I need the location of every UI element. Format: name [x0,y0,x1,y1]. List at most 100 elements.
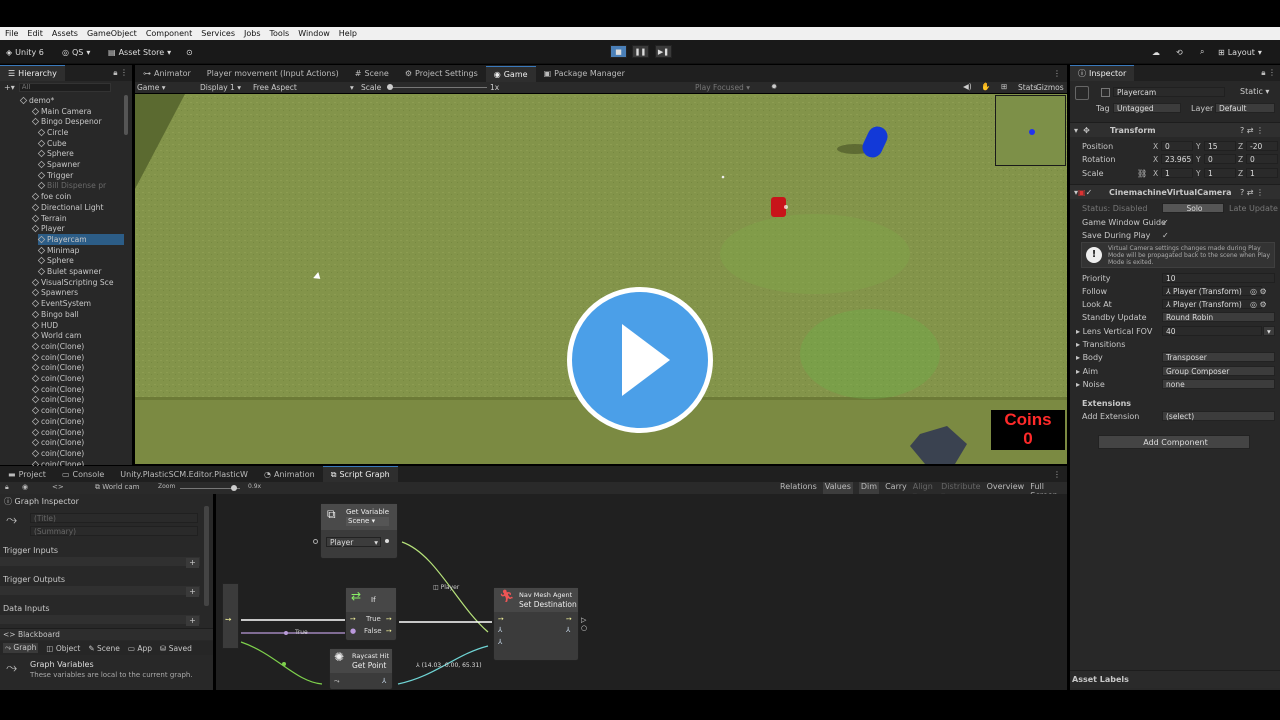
hierarchy-item[interactable]: EventSystem [31,298,91,309]
noise-dropdown[interactable]: none [1162,379,1275,389]
node-if[interactable]: ⇄ If True False ➙ ➙ ➙ ● [345,587,397,641]
menu-assets[interactable]: Assets [52,29,78,38]
hierarchy-search-input[interactable] [18,82,111,92]
hierarchy-item[interactable]: Cube [37,138,67,149]
step-button[interactable]: ▶❚ [655,45,672,58]
hierarchy-item[interactable]: Bingo ball [31,309,79,320]
tab-game[interactable]: ◉ Game [485,65,536,82]
bool-port-icon[interactable]: ● [350,627,356,635]
agent-port-icon[interactable]: ⅄ [498,626,502,634]
flow-out-icon[interactable]: ➙ [566,615,572,623]
active-checkbox[interactable] [1101,88,1110,97]
hierarchy-item[interactable]: Bill Dispense pr [37,181,106,192]
tab-project-settings[interactable]: ⚙ Project Settings [397,66,486,82]
bb-tab-object[interactable]: ◫ Object [46,644,80,653]
add-trigger-output-button[interactable]: + [186,587,199,597]
sun-icon[interactable]: ✹ [771,82,777,91]
hierarchy-item[interactable]: HUD [31,320,58,331]
tab-console[interactable]: ▭ Console [54,466,112,482]
hierarchy-item[interactable]: foe coin [31,191,71,202]
priority-field[interactable]: 10 [1162,273,1275,283]
tab-scene[interactable]: # Scene [347,66,397,82]
hierarchy-item[interactable]: Directional Light [31,202,103,213]
tab-inspector[interactable]: ⓘ Inspector [1070,65,1135,81]
scale-y-field[interactable]: 1 [1204,168,1236,178]
account-button[interactable]: ◈ Unity 6 [6,45,44,59]
follow-field[interactable]: ⅄ Player (Transform) [1162,286,1262,296]
tab-animator[interactable]: ⊶ Animator [135,66,199,82]
aim-dropdown[interactable]: Group Composer [1162,366,1275,376]
lock-icon[interactable]: 🔒︎ [5,483,9,492]
flow-in-icon[interactable]: ➙ [498,615,504,623]
point-out-icon[interactable]: ⅄ [382,677,386,685]
graph-summary-field[interactable]: (Summary) [30,526,198,536]
graph-canvas[interactable]: ➙ ⧉ Get Variable Scene ▾ Player ▾ ◫ Player… [216,494,1067,690]
hierarchy-scrollbar[interactable] [124,95,128,135]
game-window-guide-checkbox[interactable]: ✓ [1162,216,1169,228]
tab-script-graph[interactable]: ⧉ Script Graph [322,466,398,482]
fov-preset-dropdown[interactable]: ▾ [1263,326,1275,336]
hierarchy-item[interactable]: coin(Clone) [31,427,84,438]
foldout-icon[interactable]: ▾ ✥ [1074,124,1090,136]
hierarchy-item[interactable]: coin(Clone) [31,416,84,427]
hierarchy-item[interactable]: coin(Clone) [31,363,84,374]
eye-icon[interactable]: ◉ [22,483,28,491]
tab-package-manager[interactable]: ▣ Package Manager [536,66,633,82]
add-data-input-button[interactable]: + [186,616,199,626]
layer-dropdown[interactable]: Default [1215,103,1275,113]
asset-store-button[interactable]: ▤ Asset Store ▾ [108,45,171,59]
hierarchy-item[interactable]: coin(Clone) [31,395,84,406]
tag-dropdown[interactable]: Untagged [1113,103,1181,113]
solo-button[interactable]: Solo [1162,203,1224,213]
hierarchy-item[interactable]: Minimap [37,245,79,256]
body-dropdown[interactable]: Transposer [1162,352,1275,362]
foldout-icon[interactable]: ▾ ▣ ✓ [1074,186,1092,198]
zoom-slider-handle[interactable] [231,485,237,491]
object-picker-icon[interactable]: ◎ ⚙ [1250,298,1267,310]
target-port-icon[interactable]: ⅄ [498,638,502,646]
history-icon[interactable]: ⟲ [1176,45,1183,59]
hierarchy-item[interactable]: Player [31,223,65,234]
video-play-button[interactable] [567,287,713,433]
display-dropdown[interactable]: Display 1 ▾ [200,83,241,92]
add-trigger-input-button[interactable]: + [186,558,199,568]
add-icon[interactable]: +▾ [4,83,15,92]
tab-plastic[interactable]: Unity.PlasticSCM.Editor.PlasticW [112,466,256,482]
menu-window[interactable]: Window [298,29,330,38]
audio-icon[interactable]: ◀) [963,82,972,91]
graph-inspector-scrollbar[interactable] [204,506,209,606]
bb-tab-graph[interactable]: ⤳ Graph [3,643,39,653]
menu-services[interactable]: Services [201,29,235,38]
play-button[interactable]: ■ [610,45,627,58]
position-y-field[interactable]: 15 [1204,141,1236,151]
object-picker-icon[interactable]: ◎ ⚙ [1250,285,1267,297]
graph-title-field[interactable]: (Title) [30,513,198,523]
bb-tab-saved[interactable]: ⛁ Saved [160,644,192,653]
raycast-port-icon[interactable]: ⤳ [334,677,340,686]
flow-out-icon[interactable]: ➙ [386,615,392,623]
menu-help[interactable]: Help [339,29,357,38]
object-name-field[interactable]: Playercam [1113,87,1225,97]
hierarchy-item[interactable]: coin(Clone) [31,448,84,459]
hierarchy-item[interactable]: Bulet spawner [37,266,101,277]
pause-button[interactable]: ❚❚ [632,45,649,58]
cloud-icon[interactable]: ☁ [1152,45,1160,59]
hierarchy-item[interactable]: Terrain [31,213,67,224]
standby-dropdown[interactable]: Round Robin [1162,312,1275,322]
hierarchy-item[interactable]: Sphere [37,149,74,160]
tab-player-movement[interactable]: Player movement (Input Actions) [199,66,347,82]
scale-z-field[interactable]: 1 [1246,168,1278,178]
bb-tab-app[interactable]: ▭ App [128,644,152,653]
hierarchy-item[interactable]: Spawner [37,159,80,170]
search-icon[interactable]: ⌕ [1200,45,1204,59]
add-extension-dropdown[interactable]: (select) [1162,411,1275,421]
asset-labels-title[interactable]: Asset Labels [1072,673,1129,685]
menu-edit[interactable]: Edit [27,29,43,38]
node-set-destination[interactable]: 🏃︎ Nav Mesh Agent Set Destination ➙ ➙ ⅄ ⅄… [493,587,579,661]
add-component-button[interactable]: Add Component [1098,435,1250,449]
menu-tools[interactable]: Tools [270,29,290,38]
link-icon[interactable]: ⛓ [1137,167,1147,179]
code-icon[interactable]: <> [52,483,64,491]
hierarchy-item[interactable]: Playercam [37,234,124,245]
rotation-y-field[interactable]: 0 [1204,154,1236,164]
